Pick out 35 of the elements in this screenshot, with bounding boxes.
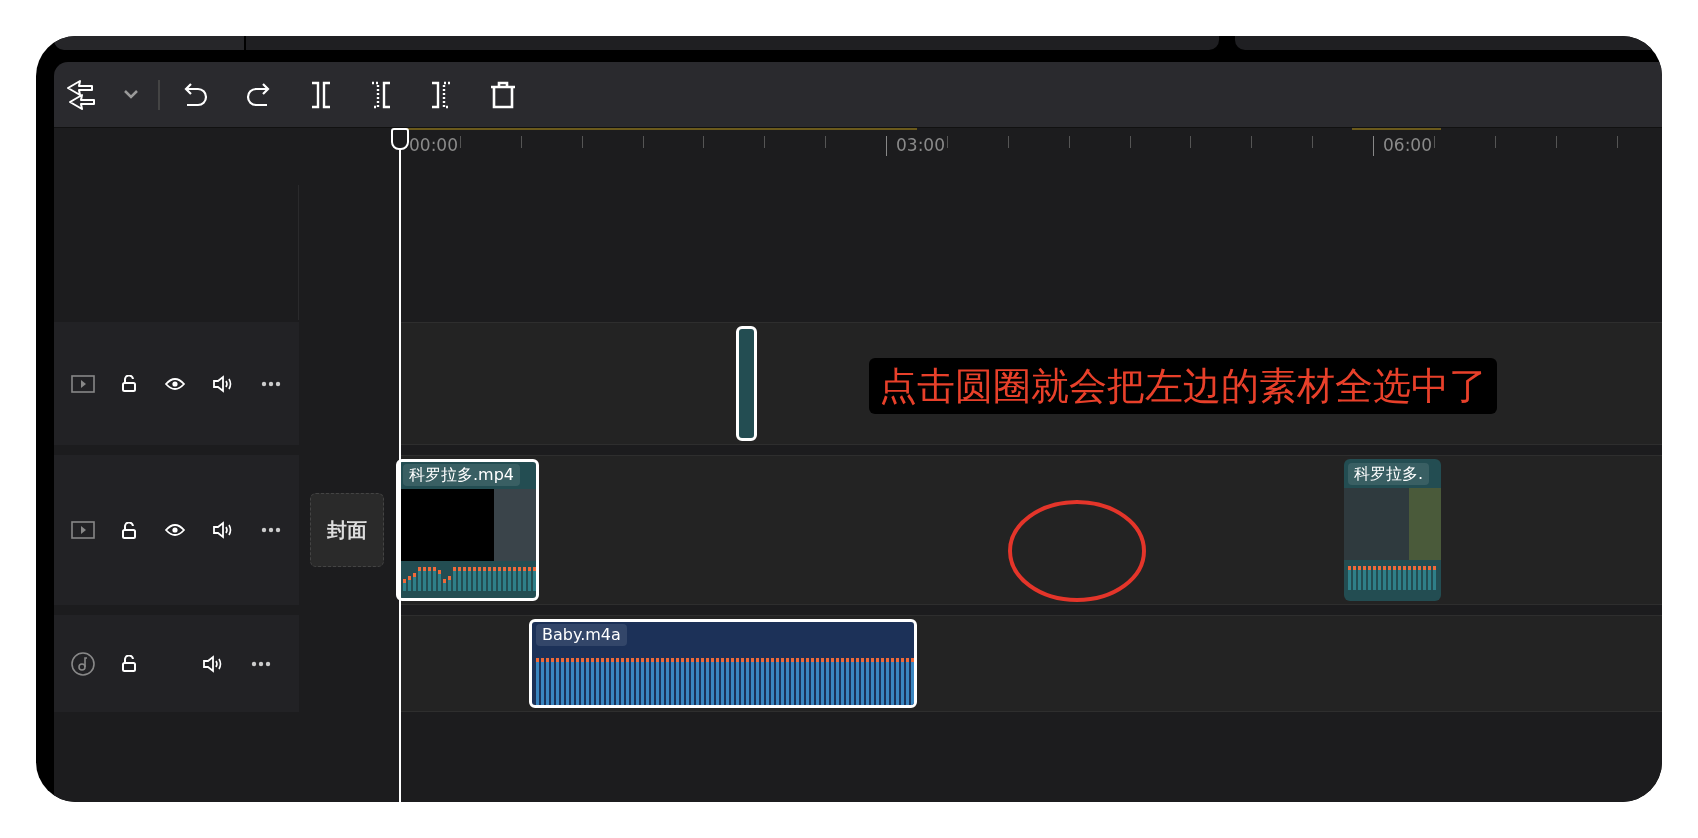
eye-icon[interactable] bbox=[165, 376, 185, 391]
video-clip[interactable]: 科罗拉多. bbox=[1344, 459, 1441, 601]
undo-icon[interactable] bbox=[182, 82, 208, 107]
time-label: 00:00 bbox=[409, 135, 458, 155]
clip-title: 科罗拉多.mp4 bbox=[403, 464, 520, 486]
music-note-icon[interactable] bbox=[71, 651, 95, 676]
blank-clip[interactable] bbox=[736, 326, 757, 441]
eye-icon[interactable] bbox=[165, 523, 185, 537]
chevron-down-icon[interactable] bbox=[124, 90, 138, 99]
time-label: 06:00 bbox=[1383, 135, 1432, 155]
unlock-icon[interactable] bbox=[121, 375, 137, 392]
unlock-icon[interactable] bbox=[121, 655, 137, 672]
annotation-caption: 点击圆圈就会把左边的素材全选中了 bbox=[869, 358, 1497, 414]
trash-icon[interactable] bbox=[490, 80, 516, 109]
unlock-icon[interactable] bbox=[121, 521, 137, 539]
speaker-icon[interactable] bbox=[213, 374, 233, 393]
audio-clip[interactable]: Baby.m4a bbox=[529, 619, 917, 708]
clip-title: Baby.m4a bbox=[536, 624, 627, 646]
split-left-icon[interactable] bbox=[370, 80, 392, 109]
more-icon[interactable] bbox=[261, 380, 281, 387]
cover-button[interactable]: 封面 bbox=[310, 493, 384, 567]
arrows-icon[interactable] bbox=[66, 78, 96, 111]
video-clip[interactable]: 科罗拉多.mp4 bbox=[396, 459, 539, 601]
video-track-icon[interactable] bbox=[71, 521, 95, 539]
split-right-icon[interactable] bbox=[430, 80, 452, 109]
speaker-icon[interactable] bbox=[213, 521, 233, 539]
playhead[interactable] bbox=[391, 128, 409, 802]
time-label: 03:00 bbox=[896, 135, 945, 155]
video-track-icon[interactable] bbox=[71, 374, 95, 393]
clip-title: 科罗拉多. bbox=[1348, 463, 1430, 485]
split-icon[interactable] bbox=[310, 80, 332, 109]
more-icon[interactable] bbox=[261, 527, 281, 533]
more-icon[interactable] bbox=[251, 660, 271, 667]
redo-icon[interactable] bbox=[246, 82, 272, 107]
speaker-icon[interactable] bbox=[203, 654, 223, 673]
